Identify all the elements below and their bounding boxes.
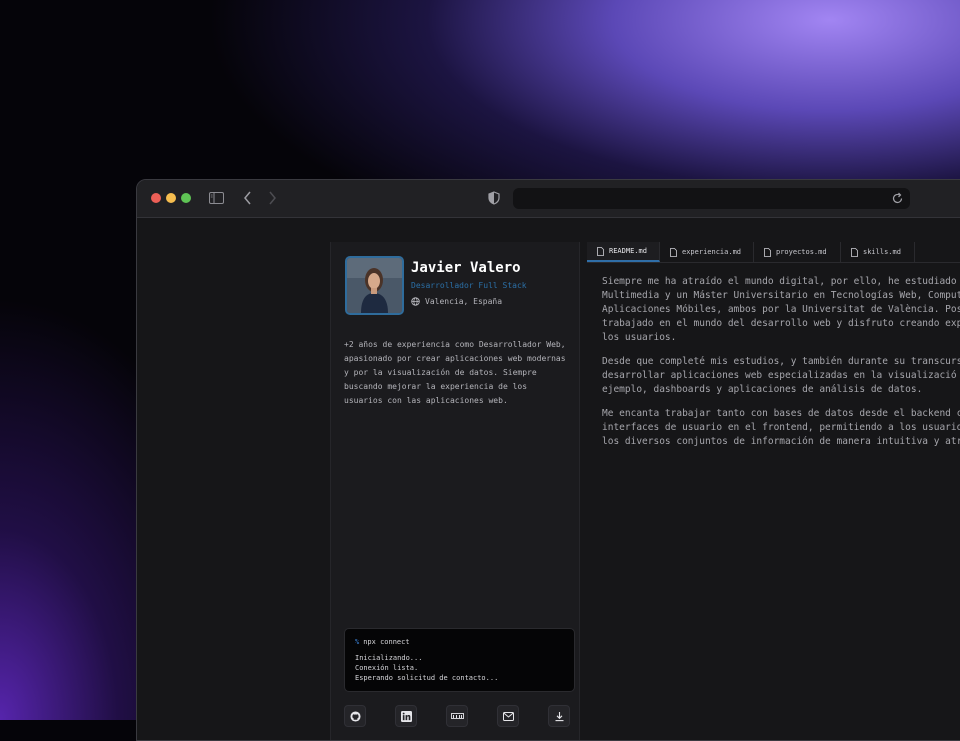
file-icon: [764, 247, 771, 257]
readme-line: ejemplo, dashboards y aplicaciones de an…: [602, 384, 923, 395]
address-bar[interactable]: [513, 188, 910, 209]
close-window-button[interactable]: [151, 193, 161, 203]
location-text: Valencia, España: [425, 297, 503, 306]
back-arrow-icon[interactable]: [243, 189, 253, 207]
npm-icon: [450, 713, 464, 719]
profile-role: Desarrollador Full Stack: [411, 281, 527, 290]
mail-button[interactable]: [497, 705, 519, 727]
github-button[interactable]: [344, 705, 366, 727]
terminal-output-line: Inicializando...: [355, 654, 423, 662]
readme-line: los diversos conjuntos de información de…: [602, 436, 960, 447]
file-tabs: README.md experiencia.md proyectos.md sk…: [587, 242, 960, 263]
readme-line: interfaces de usuario en el frontend, pe…: [602, 422, 960, 433]
terminal-box: % npx connect Inicializando... Conexión l…: [344, 628, 575, 692]
globe-icon: [411, 297, 420, 306]
npm-button[interactable]: [446, 705, 468, 727]
profile-bio: +2 años de experiencia como Desarrollado…: [344, 340, 566, 405]
avatar: [345, 256, 404, 315]
privacy-shield-icon[interactable]: [487, 191, 501, 205]
linkedin-button[interactable]: [395, 705, 417, 727]
readme-line: los usuarios.: [602, 332, 677, 343]
readme-line: Aplicaciones Móbiles, ambos por la Unive…: [602, 304, 960, 315]
readme-line: trabajado en el mundo del desarrollo web…: [602, 318, 960, 329]
readme-line: desarrollar aplicaciones web especializa…: [602, 370, 957, 381]
tab-label: proyectos.md: [776, 248, 827, 256]
readme-paragraph: Siempre me ha atraído el mundo digital, …: [602, 275, 960, 345]
readme-paragraph: Me encanta trabajar tanto con bases de d…: [602, 407, 960, 449]
readme-line: Desde que completé mis estudios, y tambi…: [602, 356, 960, 367]
page-content: Javier Valero Desarrollador Full Stack V…: [137, 218, 960, 740]
tab-skills[interactable]: skills.md: [841, 242, 915, 262]
terminal-command-line: % npx connect: [355, 638, 410, 646]
readme-paragraph: Desde que completé mis estudios, y tambi…: [602, 355, 960, 397]
readme-line: Multimedia y un Máster Universitario en …: [602, 290, 960, 301]
terminal-command: npx connect: [363, 638, 410, 646]
readme-line: Me encanta trabajar tanto con bases de d…: [602, 408, 960, 419]
terminal-prompt: %: [355, 638, 360, 646]
readme-content: Siempre me ha atraído el mundo digital, …: [602, 275, 960, 459]
mail-icon: [502, 711, 514, 721]
maximize-window-button[interactable]: [181, 193, 191, 203]
terminal-output-line: Conexión lista.: [355, 664, 419, 672]
download-cv-button[interactable]: [548, 705, 570, 727]
tab-readme[interactable]: README.md: [587, 242, 660, 262]
tab-label: experiencia.md: [682, 248, 742, 256]
social-links: [344, 705, 576, 727]
sidebar-toggle-icon[interactable]: [209, 192, 224, 204]
tab-label: README.md: [609, 247, 647, 255]
profile-location: Valencia, España: [411, 297, 502, 306]
tab-label: skills.md: [863, 248, 901, 256]
profile-name: Javier Valero: [411, 260, 521, 276]
terminal-output-line: Esperando solicitud de contacto...: [355, 674, 499, 682]
tab-proyectos[interactable]: proyectos.md: [754, 242, 841, 262]
minimize-window-button[interactable]: [166, 193, 176, 203]
terminal-output: Inicializando... Conexión lista. Esperan…: [355, 653, 498, 683]
forward-arrow-icon[interactable]: [267, 189, 277, 207]
profile-panel: Javier Valero Desarrollador Full Stack V…: [330, 242, 580, 740]
profile-photo: [347, 258, 402, 313]
tab-experiencia[interactable]: experiencia.md: [660, 242, 754, 262]
file-icon: [851, 247, 858, 257]
file-icon: [597, 246, 604, 256]
readme-line: Siempre me ha atraído el mundo digital, …: [602, 276, 957, 287]
browser-window: Javier Valero Desarrollador Full Stack V…: [136, 179, 960, 741]
reload-icon[interactable]: [891, 192, 904, 205]
file-icon: [670, 247, 677, 257]
browser-titlebar: [137, 180, 960, 218]
